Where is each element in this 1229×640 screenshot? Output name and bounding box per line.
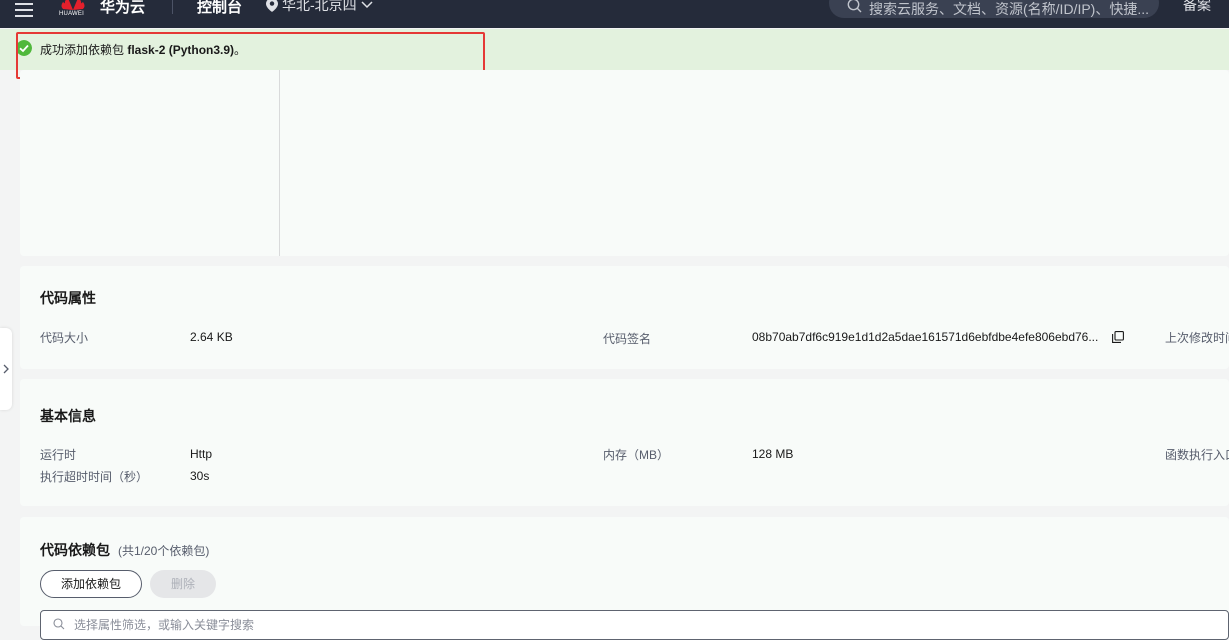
timeout-label: 执行超时时间（秒） [40,470,149,484]
code-size-label: 代码大小 [40,331,89,345]
code-size-value: 2.64 KB [190,330,233,344]
region-label: 华北-北京四 [282,0,357,13]
global-search-input[interactable]: 搜索云服务、文档、资源(名称/ID/IP)、快捷... [829,0,1159,18]
search-placeholder: 搜索云服务、文档、资源(名称/ID/IP)、快捷... [869,1,1149,17]
memory-label: 内存（MB） [603,448,670,462]
dependencies-card: 代码依赖包 (共1/20个依赖包) 添加依赖包 删除 选择属性筛选，或输入关键字… [20,517,1229,640]
panel-divider [279,70,280,256]
entry-point-label: 函数执行入口 [1165,448,1229,462]
chevron-down-icon [361,1,373,9]
add-dependency-button[interactable]: 添加依赖包 [40,570,142,598]
memory-value: 128 MB [752,447,794,461]
timeout-value: 30s [190,469,210,483]
top-navigation-bar: HUAWEI 华为云 控制台 华北-北京四 搜索云服务、文档、资源(名称/ID/… [0,0,1229,28]
search-icon [53,618,65,630]
logo-wordmark: HUAWEI [59,11,84,17]
dependencies-count: (共1/20个依赖包) [118,544,210,558]
code-properties-title: 代码属性 [40,290,96,306]
brand-name[interactable]: 华为云 [100,0,145,17]
basic-info-title: 基本信息 [40,408,96,424]
runtime-value: Http [190,447,213,461]
basic-info-card: 基本信息 运行时 Http 内存（MB） 128 MB 函数执行入口 执行超时时… [20,379,1229,506]
hamburger-menu-icon[interactable] [15,3,33,17]
dependency-filter-input[interactable]: 选择属性筛选，或输入关键字搜索 [40,610,1229,640]
delete-dependency-button[interactable]: 删除 [150,570,216,598]
beian-link[interactable]: 备案 [1183,0,1211,15]
sidebar-expand-toggle[interactable] [0,328,12,410]
chevron-right-icon [3,364,9,374]
search-icon [847,0,862,13]
dependencies-title: 代码依赖包 [40,542,110,558]
location-pin-icon [266,0,278,12]
code-editor-panel [20,70,1229,256]
region-selector[interactable]: 华北-北京四 [266,0,373,15]
runtime-label: 运行时 [40,448,77,462]
filter-placeholder: 选择属性筛选，或输入关键字搜索 [74,618,255,632]
code-signature-value: 08b70ab7df6c919e1d1d2a5dae161571d6ebfdbe… [752,330,1099,344]
copy-icon[interactable] [1112,331,1124,343]
last-modified-label: 上次修改时间 [1165,331,1229,345]
topbar-divider [172,0,173,14]
console-link[interactable]: 控制台 [197,0,242,17]
code-signature-label: 代码签名 [603,332,652,346]
code-properties-card: 代码属性 代码大小 2.64 KB 代码签名 08b70ab7df6c919e1… [20,266,1229,369]
